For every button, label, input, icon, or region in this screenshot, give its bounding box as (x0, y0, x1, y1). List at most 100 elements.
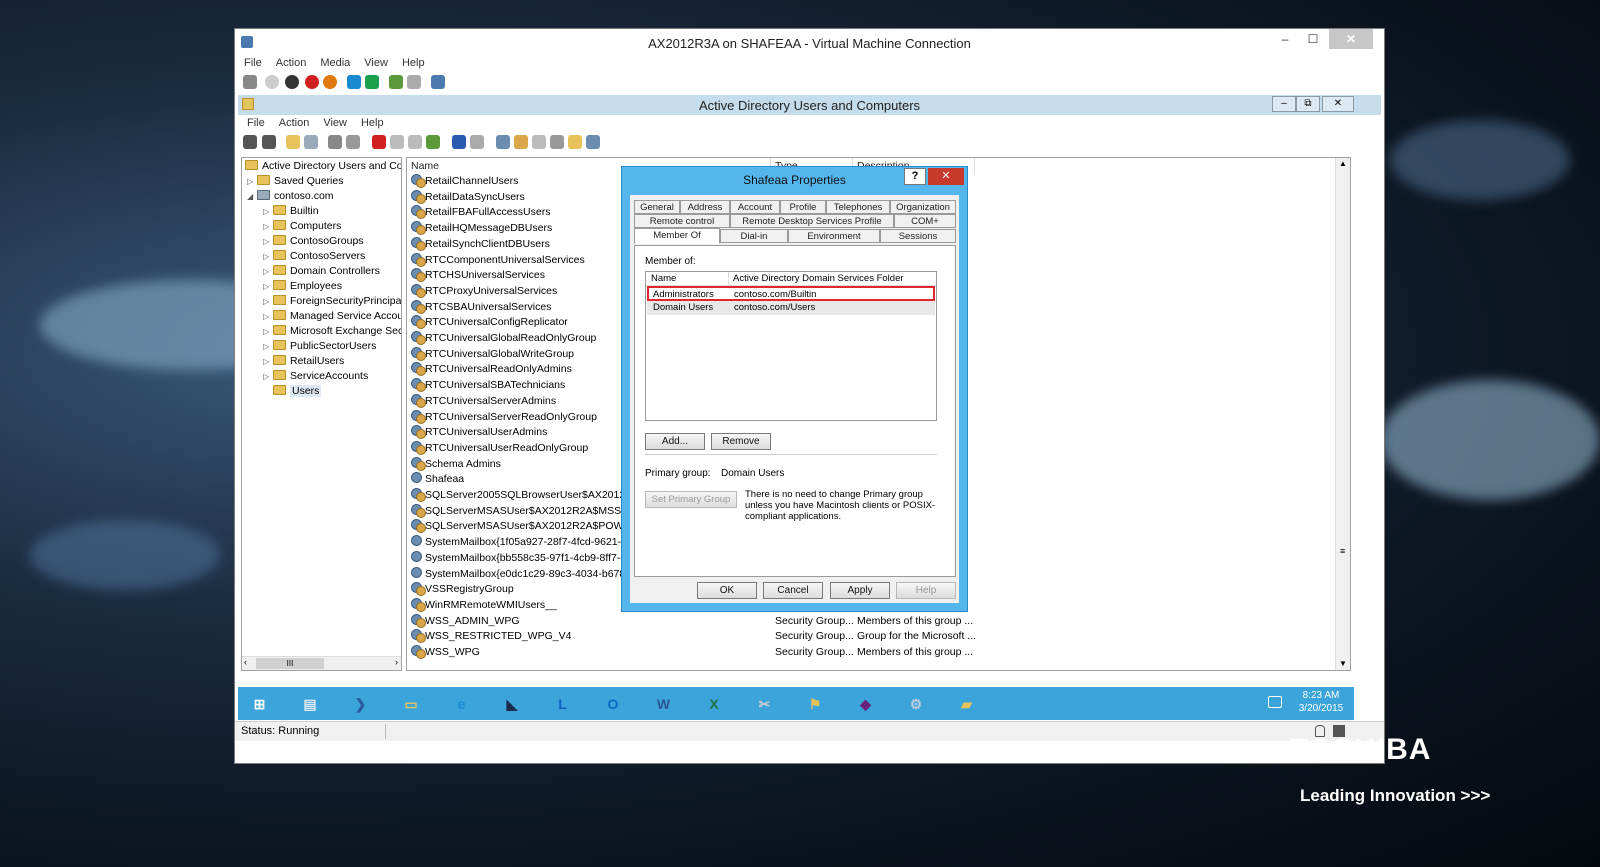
tree-item-saved-queries[interactable]: ▷ Saved Queries (247, 174, 343, 189)
list-row[interactable]: SystemMailbox{1f05a927-28f7-4fcd-9621-99… (411, 535, 650, 550)
tree-item-foreign-security[interactable]: ▷ ForeignSecurityPrincipals (263, 294, 401, 309)
tab-address[interactable]: Address (680, 200, 730, 214)
tree-item-users[interactable]: Users (273, 384, 322, 399)
list-row[interactable]: RTCUniversalGlobalWriteGroup (411, 346, 574, 362)
remove-button[interactable]: Remove (711, 433, 771, 450)
dialog-close-button[interactable]: ✕ (928, 168, 964, 185)
copy-icon[interactable] (346, 135, 360, 149)
list-vscrollbar[interactable]: ▲ ≡ ▼ (1335, 158, 1350, 670)
find-icon[interactable] (568, 135, 582, 149)
list-row[interactable]: Shafeaa (411, 472, 464, 487)
tree-item-builtin[interactable]: ▷ Builtin (263, 204, 319, 219)
member-col-name[interactable]: Name (651, 272, 676, 286)
new-user-icon[interactable] (496, 135, 510, 149)
server-manager-icon[interactable]: ▤ (297, 691, 324, 718)
aduc-menu-view[interactable]: View (316, 115, 354, 131)
help-icon[interactable] (452, 135, 466, 149)
add-to-group-icon[interactable] (586, 135, 600, 149)
member-col-folder[interactable]: Active Directory Domain Services Folder (733, 272, 904, 286)
ok-button[interactable]: OK (697, 582, 757, 599)
action-pane-icon[interactable] (470, 135, 484, 149)
tree-item-domain-controllers[interactable]: ▷ Domain Controllers (263, 264, 380, 279)
reset-icon[interactable] (365, 75, 379, 89)
list-row[interactable]: RetailFBAFullAccessUsers (411, 205, 550, 220)
settings-gear-icon[interactable]: ⚙ (903, 691, 930, 718)
tree-item-computers[interactable]: ▷ Computers (263, 219, 341, 234)
list-row[interactable]: SystemMailbox{bb558c35-97f1-4cb9-8ff7-d5… (411, 550, 644, 566)
vm-maximize-button[interactable]: ☐ (1299, 29, 1327, 49)
outlook-icon[interactable]: O (600, 691, 627, 718)
scroll-down-icon[interactable]: ▼ (1339, 659, 1347, 668)
file-explorer-icon[interactable]: ▭ (398, 691, 425, 718)
add-button[interactable]: Add... (645, 433, 705, 450)
tools-icon[interactable]: ✂ (751, 691, 778, 718)
new-ou-icon[interactable] (532, 135, 546, 149)
list-row[interactable]: RTCSBAUniversalServices (411, 299, 551, 315)
list-row[interactable]: RTCUniversalServerAdmins (411, 393, 556, 409)
cancel-button[interactable]: Cancel (763, 582, 823, 599)
word-icon[interactable]: W (650, 691, 677, 718)
tree-scroll-thumb[interactable]: III (256, 658, 324, 669)
checkpoint-icon[interactable] (389, 75, 403, 89)
turn-off-icon[interactable] (285, 75, 299, 89)
excel-icon[interactable]: X (701, 691, 728, 718)
tab-general[interactable]: General (634, 200, 680, 214)
cut-icon[interactable] (328, 135, 342, 149)
list-row[interactable]: RetailSynchClientDBUsers (411, 236, 550, 252)
list-row[interactable]: RTCUniversalUserAdmins (411, 425, 547, 440)
list-row[interactable]: WSS_WPG (411, 645, 480, 660)
export-list-icon[interactable] (426, 135, 440, 149)
tab-rds-profile[interactable]: Remote Desktop Services Profile (730, 214, 894, 228)
properties-icon[interactable] (390, 135, 404, 149)
dialog-help-button[interactable]: ? (904, 168, 926, 185)
tab-sessions[interactable]: Sessions (880, 229, 956, 243)
scroll-right-icon[interactable]: › (395, 657, 398, 667)
aduc-minimize-button[interactable]: – (1272, 96, 1296, 112)
vm-menu-file[interactable]: File (237, 55, 269, 71)
list-row[interactable]: SQLServer2005SQLBrowserUser$AX2012R2A (411, 488, 646, 503)
scroll-grip-icon[interactable]: ≡ (1340, 546, 1345, 556)
tree-item-root[interactable]: Active Directory Users and Com (245, 159, 401, 174)
aduc-close-button[interactable]: ✕ (1322, 96, 1354, 112)
back-icon[interactable] (243, 135, 257, 149)
enhanced-session-icon[interactable] (431, 75, 445, 89)
scroll-up-icon[interactable]: ▲ (1339, 159, 1347, 168)
save-state-icon[interactable] (323, 75, 337, 89)
tab-dial-in[interactable]: Dial-in (720, 229, 788, 243)
aduc-menu-action[interactable]: Action (272, 115, 317, 131)
delete-icon[interactable] (372, 135, 386, 149)
list-row[interactable]: RTCUniversalUserReadOnlyGroup (411, 440, 588, 456)
revert-icon[interactable] (407, 75, 421, 89)
tab-organization[interactable]: Organization (890, 200, 956, 214)
show-tree-icon[interactable] (304, 135, 318, 149)
internet-explorer-icon[interactable]: e (448, 691, 475, 718)
list-row[interactable]: RTCUniversalReadOnlyAdmins (411, 362, 572, 377)
tab-profile[interactable]: Profile (780, 200, 826, 214)
vm-close-button[interactable]: ✕ (1329, 29, 1373, 49)
clock[interactable]: 8:23 AM 3/20/2015 (1291, 689, 1351, 715)
apply-button[interactable]: Apply (830, 582, 890, 599)
vm-minimize-button[interactable]: – (1271, 29, 1299, 49)
list-row[interactable]: SystemMailbox{e0dc1c29-89c3-4034-b678-e6… (411, 566, 651, 582)
tab-com-plus[interactable]: COM+ (894, 214, 956, 228)
help-button[interactable]: Help (896, 582, 956, 599)
list-row[interactable]: WSS_RESTRICTED_WPG_V4 (411, 629, 571, 644)
list-row[interactable]: RTCUniversalConfigReplicator (411, 315, 568, 330)
powershell-icon[interactable]: ❯ (347, 691, 374, 718)
notification-icon[interactable] (1268, 696, 1282, 708)
tree-item-publicsectorusers[interactable]: ▷ PublicSectorUsers (263, 339, 376, 354)
tree-item-managed-service[interactable]: ▷ Managed Service Accour (263, 309, 401, 324)
aduc-menu-help[interactable]: Help (354, 115, 391, 131)
list-row[interactable]: RTCProxyUniversalServices (411, 283, 557, 299)
forward-icon[interactable] (262, 135, 276, 149)
tree-hscrollbar[interactable]: ‹ III › (242, 656, 401, 670)
list-row[interactable]: RetailChannelUsers (411, 174, 518, 189)
start-vm-icon[interactable] (265, 75, 279, 89)
tree-item-contososervers[interactable]: ▷ ContosoServers (263, 249, 365, 264)
network-icon[interactable]: ⚑ (802, 691, 829, 718)
list-row[interactable]: RetailDataSyncUsers (411, 189, 525, 205)
start-icon[interactable]: ⊞ (246, 691, 273, 718)
list-row[interactable]: RTCUniversalSBATechnicians (411, 378, 565, 393)
visual-studio-icon[interactable]: ◆ (852, 691, 879, 718)
aduc-menu-file[interactable]: File (240, 115, 272, 131)
